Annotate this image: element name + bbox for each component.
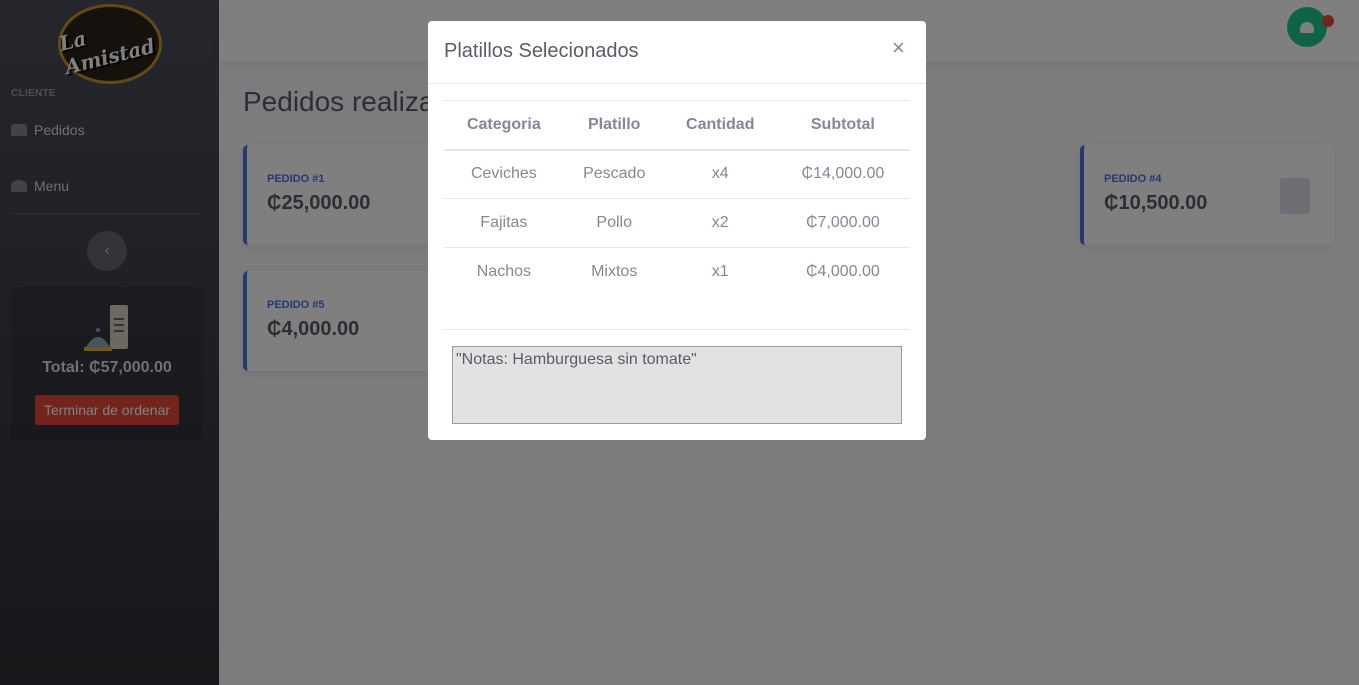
table-cell: x1: [711, 263, 729, 281]
column-header: Platillo: [563, 100, 665, 151]
close-button[interactable]: ×: [892, 37, 905, 59]
table-cell: ₵7,000.00: [775, 198, 910, 248]
modal-header: Platillos Selecionados ×: [428, 21, 926, 84]
table-cell: Pollo: [563, 198, 665, 248]
notes-textarea[interactable]: "Notas: Hamburguesa sin tomate": [452, 346, 902, 424]
modal-title: Platillos Selecionados: [444, 40, 639, 62]
column-header: Cantidad: [664, 100, 776, 151]
table-cell: ₵4,000.00: [805, 263, 880, 281]
dishes-table: Categoria Platillo Cantidad Subtotal Cev…: [444, 100, 910, 297]
column-header: Categoria: [444, 100, 564, 151]
table-cell: x2: [664, 198, 776, 248]
table-row: Nachos Mixtos x1 ₵4,000.00: [444, 248, 910, 297]
table-cell: Nachos: [476, 263, 531, 281]
table-row: Fajitas Pollo x2 ₵7,000.00: [444, 198, 910, 248]
table-cell: Pescado: [563, 149, 665, 199]
table-cell: Fajitas: [444, 198, 564, 248]
table-cell: Ceviches: [444, 149, 564, 199]
column-header: Subtotal: [775, 100, 910, 151]
table-cell: x4: [664, 149, 776, 199]
table-row: Ceviches Pescado x4 ₵14,000.00: [444, 149, 910, 199]
selected-dishes-modal: Platillos Selecionados × Categoria Plati…: [428, 21, 926, 440]
table-header-row: Categoria Platillo Cantidad Subtotal: [444, 100, 910, 151]
table-cell: ₵14,000.00: [775, 149, 910, 199]
modal-divider: [444, 329, 910, 330]
table-cell: Mixtos: [591, 263, 638, 281]
